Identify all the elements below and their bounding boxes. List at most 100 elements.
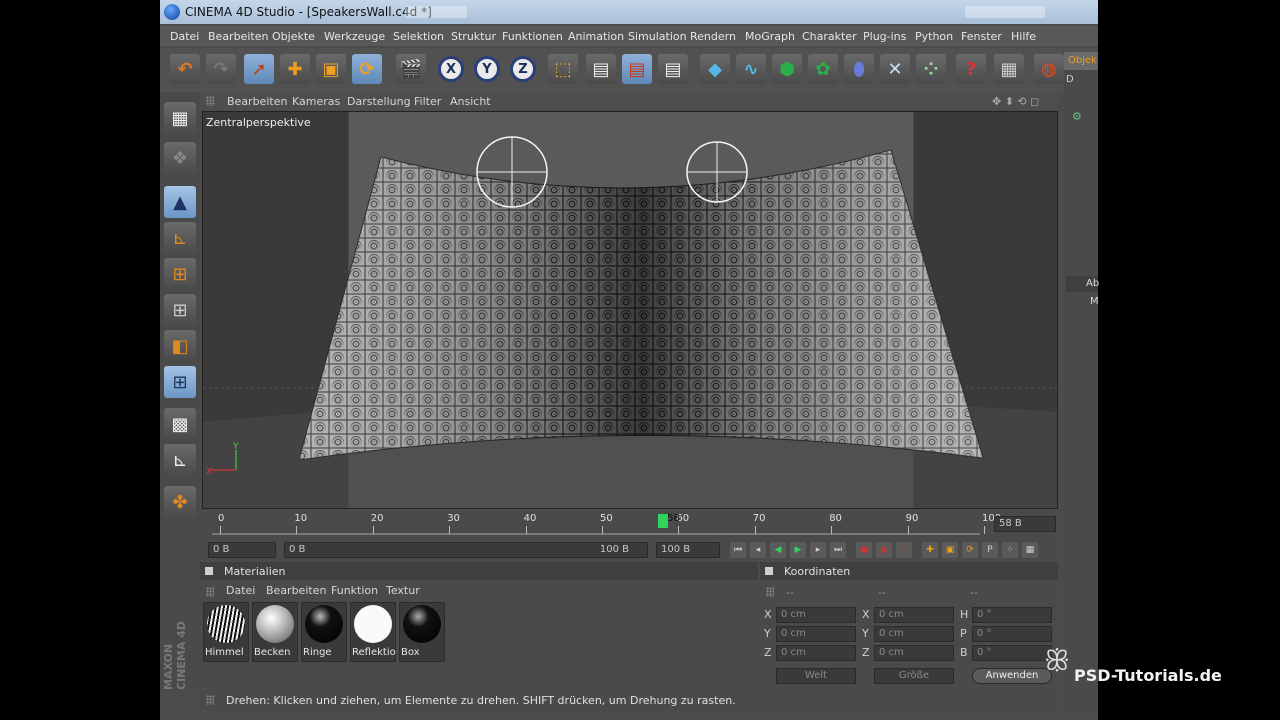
coord-size-y[interactable]: 0 cm: [874, 626, 954, 642]
current-frame-field[interactable]: 58 B: [994, 516, 1056, 532]
viewport-menu-ansicht[interactable]: Ansicht: [450, 95, 491, 108]
menu-rendern[interactable]: Rendern: [690, 30, 736, 43]
cube-icon[interactable]: ◆: [700, 54, 730, 84]
materials-menu-funktion[interactable]: Funktion: [331, 584, 378, 597]
web-icon[interactable]: ◍: [1034, 54, 1064, 84]
render-picture-viewer-icon[interactable]: ▤: [622, 54, 652, 84]
objects-sub-tab[interactable]: D: [1066, 74, 1074, 85]
timeline[interactable]: 0 10 20 30 40 50 60 70 80 90 100 58 58 B: [200, 512, 1058, 538]
sculpt-icon[interactable]: ❖: [164, 142, 196, 174]
workplane-icon[interactable]: ⊾: [164, 444, 196, 476]
object-tree-icon[interactable]: ⚙: [1072, 110, 1082, 123]
undo-icon[interactable]: ↶: [170, 54, 200, 84]
coord-size-select[interactable]: Größe: [874, 668, 954, 684]
menu-mograph[interactable]: MoGraph: [745, 30, 795, 43]
nurbs-icon[interactable]: ⬢: [772, 54, 802, 84]
live-select-icon[interactable]: ➚: [244, 54, 274, 84]
goto-end-icon[interactable]: ⏭: [830, 542, 846, 558]
menu-struktur[interactable]: Struktur: [451, 30, 496, 43]
autokey-icon[interactable]: ◉: [876, 542, 892, 558]
menu-datei[interactable]: Datei: [170, 30, 199, 43]
texture-mode-icon[interactable]: ▩: [164, 408, 196, 440]
menu-werkzeuge[interactable]: Werkzeuge: [324, 30, 385, 43]
range-slider[interactable]: 0 B 100 B: [284, 542, 648, 558]
coord-mode-select[interactable]: Welt: [776, 668, 856, 684]
scene-icon[interactable]: ✕: [880, 54, 910, 84]
snap-icon[interactable]: ✤: [164, 486, 196, 518]
z-axis-icon[interactable]: Z: [510, 56, 536, 82]
polygons-mode-icon[interactable]: ◧: [164, 330, 196, 362]
help-icon[interactable]: ?: [956, 54, 986, 84]
coord-size-z[interactable]: 0 cm: [874, 645, 954, 661]
goto-start-icon[interactable]: ⏮: [730, 542, 746, 558]
redo-icon[interactable]: ↷: [206, 54, 236, 84]
array-icon[interactable]: ✿: [808, 54, 838, 84]
rotate-icon[interactable]: ⟳: [352, 54, 382, 84]
y-axis-icon[interactable]: Y: [474, 56, 500, 82]
key-scale-icon[interactable]: ▣: [942, 542, 958, 558]
spline-icon[interactable]: ∿: [736, 54, 766, 84]
menu-bearbeiten[interactable]: Bearbeiten: [208, 30, 268, 43]
menu-animation[interactable]: Animation: [568, 30, 624, 43]
menu-simulation[interactable]: Simulation: [628, 30, 687, 43]
viewport-menu-filter[interactable]: Filter: [414, 95, 441, 108]
scale-icon[interactable]: ▣: [316, 54, 346, 84]
viewport-menu-darstellung[interactable]: Darstellung: [347, 95, 411, 108]
material-box[interactable]: Box: [399, 602, 445, 662]
menu-selektion[interactable]: Selektion: [393, 30, 444, 43]
viewport-nav-icon[interactable]: ✥ ⬍ ⟲ ◻: [992, 95, 1039, 108]
material-becken[interactable]: Becken: [252, 602, 298, 662]
layout-switch-icon[interactable]: ▦: [164, 102, 196, 134]
key-param-icon[interactable]: P: [982, 542, 998, 558]
menu-objekte[interactable]: Objekte: [272, 30, 315, 43]
key-pla-icon[interactable]: ⁘: [1002, 542, 1018, 558]
axis-mode-icon[interactable]: ⊾: [164, 222, 196, 254]
start-frame-field[interactable]: 0 B: [208, 542, 276, 558]
uv-mode-icon[interactable]: ⊞: [164, 366, 196, 398]
points-mode-icon[interactable]: ⊞: [164, 258, 196, 290]
coord-size-x[interactable]: 0 cm: [874, 607, 954, 623]
materials-menu-datei[interactable]: Datei: [226, 584, 255, 597]
key-rotate-icon[interactable]: ⟳: [962, 542, 978, 558]
menu-plugins[interactable]: Plug-ins: [863, 30, 906, 43]
keyframe-help-icon[interactable]: ?: [896, 542, 912, 558]
key-move-icon[interactable]: ✚: [922, 542, 938, 558]
menu-hilfe[interactable]: Hilfe: [1011, 30, 1036, 43]
prev-key-icon[interactable]: ◂: [750, 542, 766, 558]
viewport-menu-bearbeiten[interactable]: Bearbeiten: [227, 95, 287, 108]
render-settings-icon[interactable]: ▤: [658, 54, 688, 84]
coord-pos-x[interactable]: 0 cm: [776, 607, 856, 623]
deformer-icon[interactable]: ⬮: [844, 54, 874, 84]
menu-funktionen[interactable]: Funktionen: [502, 30, 563, 43]
menu-charakter[interactable]: Charakter: [802, 30, 857, 43]
coord-rot-h[interactable]: 0 °: [972, 607, 1052, 623]
layout-icon[interactable]: ▦: [994, 54, 1024, 84]
viewport-menu-kameras[interactable]: Kameras: [292, 95, 340, 108]
coordinate-system-icon[interactable]: ⬚: [548, 54, 578, 84]
record-icon[interactable]: ●: [856, 542, 872, 558]
viewport[interactable]: Zentralperspektive Y X: [202, 111, 1058, 509]
materials-menu-textur[interactable]: Textur: [386, 584, 420, 597]
render-view-icon[interactable]: ▤: [586, 54, 616, 84]
move-icon[interactable]: ✚: [280, 54, 310, 84]
play-back-icon[interactable]: ◀: [770, 542, 786, 558]
material-ringe[interactable]: Ringe: [301, 602, 347, 662]
material-himmel[interactable]: Himmel: [203, 602, 249, 662]
edges-mode-icon[interactable]: ⊞: [164, 294, 196, 326]
material-reflektion[interactable]: Reflektio: [350, 602, 396, 662]
record-keyframe-icon[interactable]: 🎬: [396, 54, 426, 84]
particles-icon[interactable]: ⁘: [916, 54, 946, 84]
window-controls[interactable]: [965, 6, 1045, 18]
menu-python[interactable]: Python: [915, 30, 953, 43]
materials-menu-bearbeiten[interactable]: Bearbeiten: [266, 584, 326, 597]
end-frame-field[interactable]: 100 B: [656, 542, 720, 558]
coord-pos-z[interactable]: 0 cm: [776, 645, 856, 661]
timeline-window-icon[interactable]: ▦: [1022, 542, 1038, 558]
menu-fenster[interactable]: Fenster: [961, 30, 1002, 43]
model-mode-icon[interactable]: ▲: [164, 186, 196, 218]
next-key-icon[interactable]: ▸: [810, 542, 826, 558]
objects-tab[interactable]: Objek: [1064, 52, 1098, 70]
x-axis-icon[interactable]: X: [438, 56, 464, 82]
play-icon[interactable]: ▶: [790, 542, 806, 558]
attributes-menu[interactable]: M: [1066, 294, 1099, 310]
